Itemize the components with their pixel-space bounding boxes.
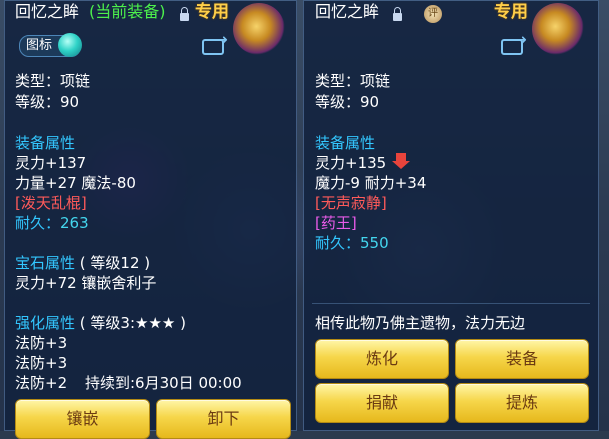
item-type: 类型：项链 — [15, 72, 91, 90]
item-name: 回忆之眸 — [315, 2, 380, 21]
compare-item-tooltip: 回忆之眸 专用 类型：项链 等级：90 装备属性 灵力+135 魔力-9 耐力+… — [303, 0, 599, 431]
enhance-duration: 持续到:6月30日 00:00 — [85, 374, 242, 392]
lock-icon — [393, 7, 402, 21]
gem-attr-title: 宝石属性 — [15, 254, 76, 272]
gem-attr: 宝石属性 ( 等级12 ) — [15, 253, 150, 273]
equip-button[interactable]: 装备 — [455, 339, 589, 379]
inlay-button[interactable]: 镶嵌 — [15, 399, 150, 439]
enhance-line-1: 法防+3 — [15, 334, 68, 352]
icon-tag-button[interactable]: 图标 — [19, 33, 83, 57]
special-skill: [泼天乱棍] — [15, 194, 87, 212]
divider — [312, 303, 590, 304]
equip-attr-title: 装备属性 — [315, 134, 376, 152]
enhance-level: ( 等级3:★★★ ) — [79, 314, 186, 332]
orb-icon — [58, 33, 83, 57]
gem-level: ( 等级12 ) — [79, 254, 151, 272]
enhance-line-3: 法防+2 — [15, 374, 68, 392]
decrease-arrow-icon — [392, 153, 410, 169]
durability: 耐久：263 — [15, 213, 89, 233]
gem-effect: 灵力+72 镶嵌舍利子 — [15, 274, 157, 292]
attr-line-2: 魔力-9 耐力+34 — [315, 174, 427, 192]
enhance-attr: 强化属性 ( 等级3:★★★ ) — [15, 313, 186, 333]
item-description: 相传此物乃佛主遗物，法力无边 — [315, 314, 526, 332]
refine-button[interactable]: 炼化 — [315, 339, 449, 379]
item-level: 等级：90 — [15, 93, 80, 111]
share-icon[interactable] — [202, 33, 228, 55]
unequip-button[interactable]: 卸下 — [156, 399, 291, 439]
extract-button[interactable]: 提炼 — [455, 383, 589, 423]
durability-label: 耐久： — [315, 234, 361, 252]
necklace-icon — [532, 3, 584, 55]
lock-icon — [180, 7, 189, 21]
durability-value: 550 — [360, 234, 389, 252]
donate-button[interactable]: 捐献 — [315, 383, 449, 423]
item-name: 回忆之眸 — [15, 2, 80, 21]
item-level: 等级：90 — [315, 93, 380, 111]
attr-line-1: 灵力+135 — [315, 154, 387, 172]
attr-line-2: 力量+27 魔法-80 — [15, 174, 136, 192]
necklace-icon — [233, 3, 285, 55]
rating-medal-icon: 评 — [424, 5, 442, 23]
durability-value: 263 — [60, 214, 89, 232]
special-badge: 专用 — [494, 2, 528, 22]
item-type: 类型：项链 — [315, 72, 391, 90]
icon-tag-label: 图标 — [26, 38, 53, 53]
equipped-item-tooltip: 回忆之眸 (当前装备) 专用 图标 类型：项链 等级：90 装备属性 灵力+13… — [4, 0, 297, 439]
special-effect: [药王] — [315, 214, 357, 232]
special-badge: 专用 — [195, 2, 229, 22]
enhance-line-2: 法防+3 — [15, 354, 68, 372]
equip-attr-title: 装备属性 — [15, 134, 76, 152]
current-equipped-label: (当前装备) — [89, 2, 166, 21]
durability: 耐久：550 — [315, 233, 389, 253]
share-icon[interactable] — [501, 33, 527, 55]
attr-line-1: 灵力+137 — [15, 154, 87, 172]
special-skill: [无声寂静] — [315, 194, 387, 212]
enhance-attr-title: 强化属性 — [15, 314, 76, 332]
durability-label: 耐久： — [15, 214, 61, 232]
